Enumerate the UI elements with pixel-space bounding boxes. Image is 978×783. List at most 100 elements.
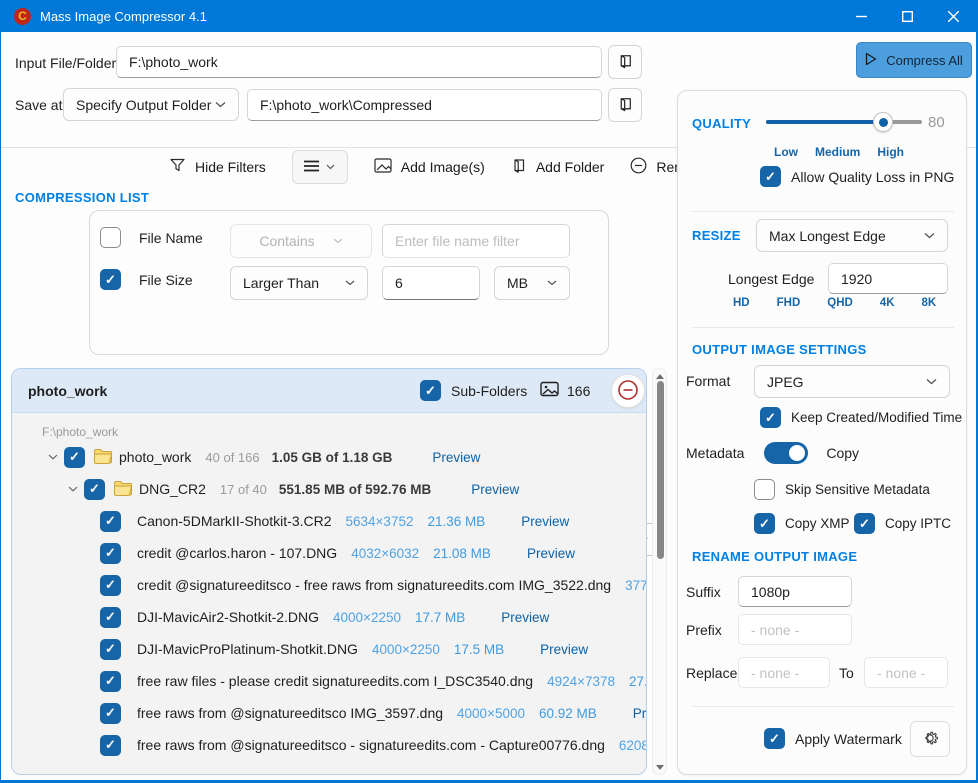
folder-checkbox[interactable]: ✓: [64, 447, 85, 468]
resize-mode-value: Max Longest Edge: [769, 228, 886, 244]
folder-size: 551.85 MB of 592.76 MB: [279, 482, 431, 497]
folder-selected-count: 17 of 40: [220, 482, 267, 497]
replace-label: Replace: [686, 665, 737, 681]
file-checkbox[interactable]: ✓: [100, 607, 121, 628]
tree-expand-chevron-icon[interactable]: [42, 454, 64, 460]
save-at-label: Save at: [15, 97, 62, 113]
maximize-button[interactable]: [884, 0, 930, 32]
folder-row: ✓DNG_CR217 of 40551.85 MB of 592.76 MBPr…: [12, 473, 646, 505]
quality-slider[interactable]: [766, 120, 922, 124]
preview-link[interactable]: Preview: [527, 546, 575, 561]
remove-circle-icon: [630, 157, 647, 177]
quality-labels: Low Medium High: [774, 145, 904, 159]
copy-iptc-checkbox[interactable]: ✓: [854, 513, 875, 534]
suffix-input[interactable]: [738, 576, 852, 607]
titlebar: C Mass Image Compressor 4.1: [1, 0, 976, 32]
preview-link[interactable]: Preview: [471, 482, 519, 497]
replace-to-label: To: [839, 665, 854, 681]
size-value-input[interactable]: [382, 266, 480, 300]
file-checkbox[interactable]: ✓: [100, 575, 121, 596]
resolution-preset-8k[interactable]: 8K: [922, 297, 937, 309]
filter-panel: File Name Contains ✓ File Size Larger Th…: [89, 210, 609, 355]
longest-edge-input[interactable]: [828, 263, 948, 294]
png-loss-checkbox[interactable]: ✓: [760, 166, 781, 187]
app-window: C Mass Image Compressor 4.1 Input File/F…: [0, 0, 978, 783]
quality-level-label[interactable]: Medium: [815, 145, 860, 159]
tree-expand-chevron-icon[interactable]: [62, 486, 84, 492]
metadata-toggle[interactable]: [764, 442, 808, 464]
scroll-down-icon[interactable]: [653, 760, 666, 774]
compress-all-label: Compress All: [886, 53, 963, 68]
skip-sensitive-checkbox[interactable]: [754, 479, 775, 500]
quality-level-label[interactable]: Low: [774, 145, 798, 159]
list-scrollbar[interactable]: [652, 368, 667, 775]
file-checkbox[interactable]: ✓: [100, 735, 121, 756]
resolution-preset-hd[interactable]: HD: [733, 297, 750, 309]
file-checkbox[interactable]: ✓: [100, 511, 121, 532]
file-name: free raw files - please credit signature…: [137, 673, 533, 689]
resize-mode-dropdown[interactable]: Max Longest Edge: [756, 219, 948, 252]
file-dimensions: 4000×5000: [457, 706, 525, 721]
input-path-field[interactable]: [116, 46, 602, 78]
resolution-preset-fhd[interactable]: FHD: [777, 297, 801, 309]
divider: [692, 211, 954, 212]
file-name: Canon-5DMarkII-Shotkit-3.CR2: [137, 513, 332, 529]
format-dropdown[interactable]: JPEG: [754, 365, 950, 398]
subfolders-checkbox[interactable]: ✓: [420, 380, 441, 401]
file-row: ✓ free raws from @signatureeditsco - sign…: [12, 729, 646, 761]
save-mode-value: Specify Output Folder: [76, 97, 211, 113]
watermark-checkbox[interactable]: ✓: [764, 728, 785, 749]
folder-checkbox[interactable]: ✓: [84, 479, 105, 500]
prefix-label: Prefix: [686, 622, 722, 638]
preview-link[interactable]: Preview: [633, 706, 646, 721]
preview-link[interactable]: Preview: [521, 514, 569, 529]
resolution-preset-4k[interactable]: 4K: [880, 297, 895, 309]
add-images-button[interactable]: Add Image(s): [374, 158, 485, 176]
replace-to-input[interactable]: [864, 657, 948, 688]
file-checkbox[interactable]: ✓: [100, 703, 121, 724]
browse-input-button[interactable]: [608, 45, 642, 79]
slider-thumb[interactable]: [873, 112, 893, 132]
file-name-checkbox[interactable]: [100, 227, 121, 248]
file-checkbox[interactable]: ✓: [100, 671, 121, 692]
resolution-preset-qhd[interactable]: QHD: [827, 297, 853, 309]
name-operator-dropdown[interactable]: Contains: [230, 224, 372, 258]
keep-time-checkbox[interactable]: ✓: [760, 407, 781, 428]
scrollbar-thumb[interactable]: [657, 381, 664, 559]
size-unit-dropdown[interactable]: MB: [494, 266, 570, 300]
add-folder-button[interactable]: Add Folder: [511, 157, 604, 177]
hide-filters-button[interactable]: Hide Filters: [169, 157, 266, 177]
close-button[interactable]: [930, 0, 976, 32]
file-row: ✓ free raw files - please credit signatur…: [12, 665, 646, 697]
file-tree: ✓photo_work40 of 1661.05 GB of 1.18 GBPr…: [12, 441, 646, 761]
save-mode-dropdown[interactable]: Specify Output Folder: [63, 88, 239, 121]
preview-link[interactable]: Preview: [432, 450, 480, 465]
prefix-input[interactable]: [738, 614, 852, 645]
remove-folder-button[interactable]: [611, 374, 645, 408]
root-path: F:\photo_work: [42, 425, 646, 439]
browse-output-button[interactable]: [608, 88, 642, 122]
file-row: ✓free raws from @signatureeditsco IMG_35…: [12, 697, 646, 729]
list-menu-button[interactable]: [292, 150, 348, 184]
size-operator-dropdown[interactable]: Larger Than: [230, 266, 368, 300]
file-name: free raws from @signatureeditsco - signa…: [137, 737, 605, 753]
add-images-label: Add Image(s): [401, 159, 485, 175]
output-settings-heading: OUTPUT IMAGE SETTINGS: [692, 342, 867, 357]
file-size-checkbox[interactable]: ✓: [100, 269, 121, 290]
quality-level-label[interactable]: High: [877, 145, 904, 159]
output-path-field[interactable]: [247, 89, 602, 121]
minimize-button[interactable]: [838, 0, 884, 32]
watermark-settings-button[interactable]: [910, 721, 950, 757]
add-folder-icon: [511, 157, 527, 177]
rename-heading: RENAME OUTPUT IMAGE: [692, 549, 857, 564]
replace-from-input[interactable]: [738, 657, 830, 688]
file-name-filter-input[interactable]: [382, 224, 570, 258]
file-checkbox[interactable]: ✓: [100, 543, 121, 564]
compress-all-button[interactable]: Compress All: [856, 42, 972, 78]
copy-xmp-checkbox[interactable]: ✓: [754, 513, 775, 534]
folder-browse-icon: [617, 95, 634, 115]
file-name: credit @signatureeditsco - free raws fro…: [137, 577, 611, 593]
file-checkbox[interactable]: ✓: [100, 639, 121, 660]
preview-link[interactable]: Preview: [501, 610, 549, 625]
preview-link[interactable]: Preview: [540, 642, 588, 657]
